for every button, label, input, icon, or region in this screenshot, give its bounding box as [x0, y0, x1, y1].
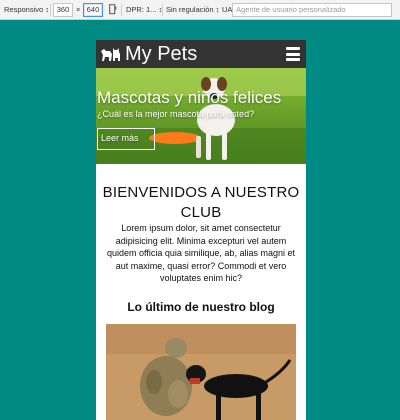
- chevron-updown-icon: ↕: [45, 5, 50, 14]
- chevron-updown-icon: ↕: [215, 5, 220, 14]
- read-more-button[interactable]: Leer más: [97, 128, 155, 150]
- hero-title: Mascotas y niños felices: [97, 88, 282, 107]
- hamburger-menu-icon[interactable]: [286, 47, 300, 61]
- toolbar-divider: [50, 4, 51, 16]
- devtools-device-toolbar: Responsivo ↕ 360 × 640 DPR: 1... ↕ Sin r…: [0, 0, 400, 20]
- width-input[interactable]: 360: [53, 3, 73, 17]
- hero-subtitle: ¿Cuál es la mejor mascota para usted?: [97, 109, 255, 119]
- toolbar-divider: [162, 4, 163, 16]
- dpr-select[interactable]: DPR: 1... ↕: [126, 4, 162, 16]
- welcome-paragraph: Lorem ipsum dolor, sit amet consectetur …: [107, 223, 295, 283]
- site-brand[interactable]: My Pets: [125, 41, 197, 67]
- blog-section-title: Lo último de nuestro blog: [127, 300, 275, 314]
- device-select[interactable]: Responsivo ↕: [4, 4, 49, 16]
- soldier-dog-photo: [106, 324, 296, 420]
- paw-logo-icon[interactable]: [100, 45, 122, 63]
- device-select-label: Responsivo: [4, 5, 44, 14]
- mobile-viewport: My Pets Mascotas y niños felices ¿Cuál e…: [96, 40, 306, 420]
- dpr-select-label: DPR: 1...: [126, 5, 157, 14]
- throttle-select-label: Sin regulación: [166, 5, 214, 14]
- welcome-heading: BIENVENIDOS A NUESTRO CLUB: [102, 184, 300, 221]
- site-navbar: My Pets: [96, 40, 306, 68]
- dimension-separator: ×: [76, 5, 81, 14]
- hero-banner: Mascotas y niños felices ¿Cuál es la mej…: [96, 68, 306, 164]
- height-input[interactable]: 640: [83, 3, 103, 17]
- rotate-icon[interactable]: [109, 4, 117, 16]
- user-agent-input[interactable]: Agente de usuario personalizado: [232, 3, 392, 17]
- blog-post-image[interactable]: [106, 324, 296, 420]
- toolbar-divider: [121, 4, 122, 16]
- throttle-select[interactable]: Sin regulación ↕: [166, 4, 219, 16]
